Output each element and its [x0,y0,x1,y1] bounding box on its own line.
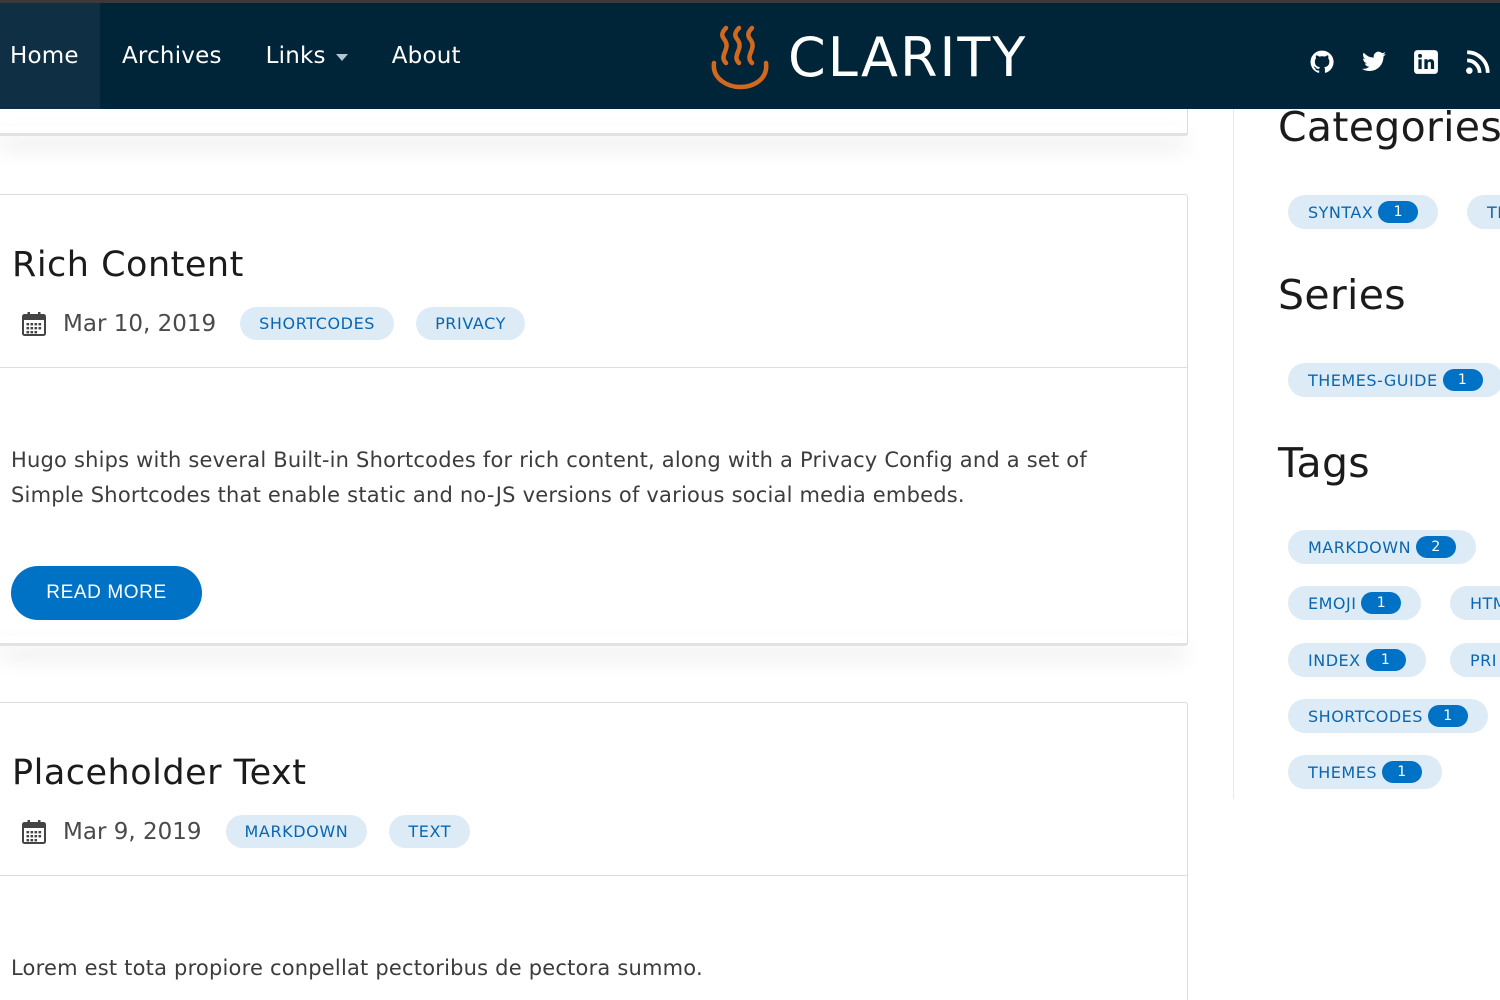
post-card: Rich Content Mar 10, 2019 SHORTCODES PRI… [0,194,1188,646]
post-tag[interactable]: SHORTCODES [240,307,395,340]
nav-home[interactable]: Home [0,3,100,109]
post-tag[interactable]: PRIVACY [416,307,525,340]
linkedin-icon[interactable] [1413,49,1439,75]
card-shadow [0,126,1186,136]
chip-label: THEMES [1308,762,1377,782]
excerpt-line: Simple Shortcodes that enable static and… [11,483,965,507]
category-chip[interactable]: SYNTAX 1 [1288,195,1439,229]
site-title: CLARITY [788,26,1028,89]
nav-links[interactable]: Links [244,3,370,109]
post-meta: Mar 10, 2019 SHORTCODES PRIVACY [21,307,547,340]
main-nav: Home Archives Links About [0,3,483,109]
excerpt-line: Lorem est tota propiore conpellat pector… [11,956,703,980]
brand[interactable]: CLARITY [706,23,1027,93]
chip-count-badge: 1 [1365,649,1406,671]
series-heading: Series [1278,271,1406,319]
tag-chip[interactable]: MARKDOWN 2 [1288,530,1477,564]
post-date: Mar 10, 2019 [63,310,217,337]
github-icon[interactable] [1309,49,1335,75]
chip-label: INDEX [1308,650,1361,670]
chip-count-badge: 1 [1427,705,1468,727]
categories-heading: Categories [1278,103,1500,151]
post-excerpt: Hugo ships with several Built-in Shortco… [11,443,1171,513]
chip-count-badge: 1 [1381,761,1422,783]
chip-count-badge: 1 [1378,201,1419,223]
chip-count-badge: 1 [1361,592,1402,614]
tag-chip[interactable]: THEMES 1 [1288,755,1442,789]
series-chip[interactable]: THEMES-GUIDE 1 [1288,363,1500,397]
nav-links-label: Links [265,43,326,69]
post-excerpt: Lorem est tota propiore conpellat pector… [11,951,1171,986]
chip-label: SYNTAX [1308,202,1374,222]
twitter-icon[interactable] [1361,49,1387,75]
card-shadow [0,636,1186,646]
tag-chip[interactable]: INDEX 1 [1288,643,1426,677]
chip-label: TI [1487,202,1500,222]
chip-label: SHORTCODES [1308,706,1423,726]
category-chip[interactable]: TI [1467,195,1500,229]
tags-heading: Tags [1278,439,1370,487]
post-date: Mar 9, 2019 [63,818,202,845]
read-more-button[interactable]: READ MORE [11,566,202,620]
post-card: Placeholder Text Mar 9, 2019 MARKDOWN TE… [0,702,1188,1000]
post-title[interactable]: Placeholder Text [12,753,306,793]
caret-down-icon [335,53,348,61]
calendar-icon [22,311,46,336]
card-divider [0,875,1187,876]
calendar-icon [22,819,46,844]
chip-label: EMOJI [1308,593,1357,613]
steam-bowl-logo-icon [711,25,769,90]
tag-chip[interactable]: SHORTCODES 1 [1288,699,1488,733]
tag-chip[interactable]: EMOJI 1 [1288,586,1422,620]
rss-icon[interactable] [1465,49,1491,75]
post-tag[interactable]: MARKDOWN [225,815,368,848]
sidebar-divider [1233,109,1234,799]
card-divider [0,367,1187,368]
excerpt-line: Hugo ships with several Built-in Shortco… [11,448,1087,472]
post-meta: Mar 9, 2019 MARKDOWN TEXT [21,815,492,848]
chip-label: HTM [1470,593,1500,613]
chip-count-badge: 1 [1442,369,1483,391]
chip-label: MARKDOWN [1308,537,1412,557]
tag-chip[interactable]: HTM [1450,586,1500,620]
post-tag[interactable]: TEXT [389,815,471,848]
chip-label: PRI [1470,650,1497,670]
tag-chip[interactable]: PRI [1450,643,1500,677]
chip-label: THEMES-GUIDE [1308,370,1438,390]
nav-archives[interactable]: Archives [100,3,244,109]
chip-count-badge: 2 [1416,536,1457,558]
post-title[interactable]: Rich Content [12,245,244,285]
site-header: Home Archives Links About CLARITY [0,0,1500,109]
nav-about[interactable]: About [370,3,483,109]
